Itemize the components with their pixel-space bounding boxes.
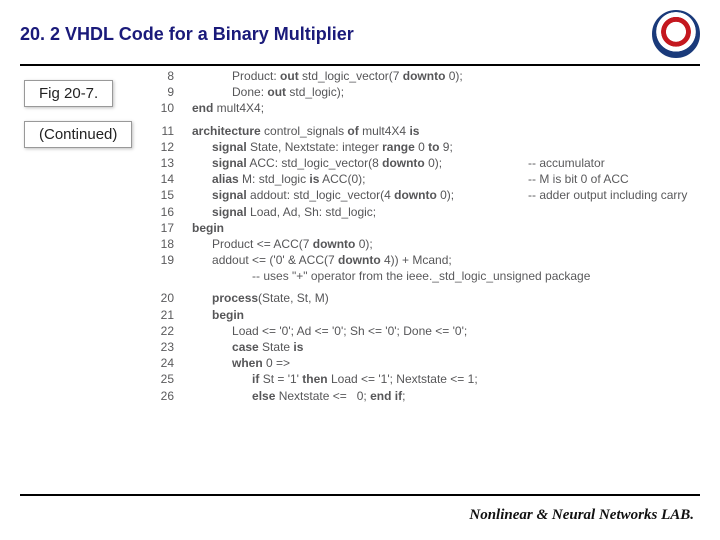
code-text: Load <= '0'; Ad <= '0'; Sh <= '0'; Done …: [192, 323, 467, 339]
line-number: 17: [148, 220, 174, 236]
code-line: 15 signal addout: std_logic_vector(4 dow…: [148, 187, 590, 203]
code-comment: -- accumulator: [528, 155, 605, 171]
code-line: 8 Product: out std_logic_vector(7 downto…: [148, 68, 590, 84]
line-number: 19: [148, 252, 174, 268]
code-text: alias M: std_logic is ACC(0);: [192, 171, 365, 187]
code-line: 19 addout <= ('0' & ACC(7 downto 4)) + M…: [148, 252, 590, 268]
code-line: 17 begin: [148, 220, 590, 236]
code-text: begin: [192, 307, 244, 323]
line-number: 20: [148, 290, 174, 306]
code-line: 9 Done: out std_logic);: [148, 84, 590, 100]
line-number: 16: [148, 204, 174, 220]
code-text: architecture control_signals of mult4X4 …: [192, 123, 419, 139]
code-text: begin: [192, 220, 224, 236]
line-number: 8: [148, 68, 174, 84]
code-line: 22 Load <= '0'; Ad <= '0'; Sh <= '0'; Do…: [148, 323, 590, 339]
figure-continued: (Continued): [24, 121, 132, 148]
code-text: when 0 =>: [192, 355, 290, 371]
code-line: 12 signal State, Nextstate: integer rang…: [148, 139, 590, 155]
code-text: process(State, St, M): [192, 290, 329, 306]
line-number: 26: [148, 388, 174, 404]
line-number: 13: [148, 155, 174, 171]
code-text: signal addout: std_logic_vector(4 downto…: [192, 187, 454, 203]
code-line: 16 signal Load, Ad, Sh: std_logic;: [148, 204, 590, 220]
line-number: 15: [148, 187, 174, 203]
line-number: 12: [148, 139, 174, 155]
code-text: end mult4X4;: [192, 100, 264, 116]
code-text: if St = '1' then Load <= '1'; Nextstate …: [192, 371, 478, 387]
code-line: 20 process(State, St, M): [148, 290, 590, 306]
code-line: 11 architecture control_signals of mult4X…: [148, 123, 590, 139]
code-text: signal State, Nextstate: integer range 0…: [192, 139, 453, 155]
code-text: else Nextstate <= 0; end if;: [192, 388, 405, 404]
slide-title: 20. 2 VHDL Code for a Binary Multiplier: [20, 24, 652, 45]
slide-header: 20. 2 VHDL Code for a Binary Multiplier: [0, 0, 720, 64]
divider-bottom: [20, 494, 700, 496]
code-text: case State is: [192, 339, 303, 355]
code-text: signal ACC: std_logic_vector(8 downto 0)…: [192, 155, 442, 171]
university-seal-icon: [652, 10, 700, 58]
code-line: 10 end mult4X4;: [148, 100, 590, 116]
slide-content: Fig 20-7. (Continued) 8 Product: out std…: [0, 66, 720, 154]
line-number: 21: [148, 307, 174, 323]
code-line: -- uses "+" operator from the ieee._std_…: [148, 268, 590, 284]
code-line: 13 signal ACC: std_logic_vector(8 downto…: [148, 155, 590, 171]
line-number: 22: [148, 323, 174, 339]
code-text: Product <= ACC(7 downto 0);: [192, 236, 373, 252]
line-number: 18: [148, 236, 174, 252]
figure-number: Fig 20-7.: [24, 80, 113, 107]
code-line: 24 when 0 =>: [148, 355, 590, 371]
line-number: 10: [148, 100, 174, 116]
code-line: 23 case State is: [148, 339, 590, 355]
code-listing: 8 Product: out std_logic_vector(7 downto…: [148, 68, 590, 404]
line-number: 14: [148, 171, 174, 187]
line-number: 25: [148, 371, 174, 387]
code-text: -- uses "+" operator from the ieee._std_…: [192, 268, 590, 284]
code-line: 21 begin: [148, 307, 590, 323]
code-comment: -- adder output including carry: [528, 187, 687, 203]
code-line: 18 Product <= ACC(7 downto 0);: [148, 236, 590, 252]
line-number: 9: [148, 84, 174, 100]
line-number: 11: [148, 123, 174, 139]
code-text: addout <= ('0' & ACC(7 downto 4)) + Mcan…: [192, 252, 452, 268]
line-number: 24: [148, 355, 174, 371]
line-number: 23: [148, 339, 174, 355]
code-comment: -- M is bit 0 of ACC: [528, 171, 629, 187]
code-line: 25 if St = '1' then Load <= '1'; Nextsta…: [148, 371, 590, 387]
code-line: 26 else Nextstate <= 0; end if;: [148, 388, 590, 404]
code-text: Done: out std_logic);: [192, 84, 344, 100]
lab-footer: Nonlinear & Neural Networks LAB.: [469, 507, 694, 524]
code-line: 14 alias M: std_logic is ACC(0);-- M is …: [148, 171, 590, 187]
code-text: signal Load, Ad, Sh: std_logic;: [192, 204, 376, 220]
code-text: Product: out std_logic_vector(7 downto 0…: [192, 68, 463, 84]
